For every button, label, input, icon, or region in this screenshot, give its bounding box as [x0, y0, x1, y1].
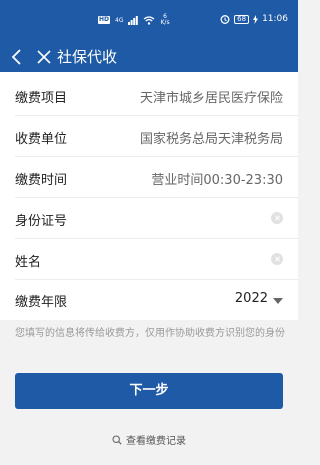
view-records-link[interactable]: 查看缴费记录: [0, 432, 298, 447]
collection-unit-label: 收费单位: [15, 132, 68, 147]
id-number-label: 身份证号: [15, 214, 68, 229]
hd-badge: HD: [98, 16, 111, 24]
payment-time-value: 营业时间00:30-23:30: [151, 173, 283, 188]
signal-icon: [128, 15, 139, 25]
row-collection-unit: 收费单位 国家税务总局天津税务局: [0, 116, 298, 157]
charging-icon: [253, 14, 259, 24]
payment-item-value: 天津市城乡居民医疗保险: [139, 91, 283, 106]
payment-year-label: 缴费年限: [15, 295, 68, 310]
page-title: 社保代收: [57, 48, 118, 66]
wifi-icon: [144, 15, 155, 25]
caret-down-icon[interactable]: [273, 298, 283, 304]
payment-year-select[interactable]: 2022: [235, 291, 268, 306]
signal-4g-label: 4G: [115, 16, 124, 24]
status-center-icons: HD 4G 6 K/s: [98, 14, 170, 26]
battery-indicator: 68: [234, 14, 250, 24]
alarm-icon: [220, 15, 230, 24]
view-records-label: 查看缴费记录: [126, 436, 186, 447]
search-icon: [112, 434, 122, 445]
payment-item-label: 缴费项目: [15, 91, 68, 106]
payment-time-label: 缴费时间: [15, 173, 68, 188]
status-right-icons: 68 11:06: [220, 14, 288, 24]
chevron-left-icon[interactable]: [10, 48, 24, 66]
id-number-input[interactable]: [110, 206, 260, 230]
row-payment-year[interactable]: 缴费年限 2022: [0, 279, 298, 320]
payment-form: 缴费项目 天津市城乡居民医疗保险 收费单位 国家税务总局天津税务局 缴费时间 营…: [0, 72, 298, 320]
row-payment-item: 缴费项目 天津市城乡居民医疗保险: [0, 75, 298, 116]
name-input[interactable]: [110, 247, 260, 271]
nav-bar: 社保代收: [0, 42, 298, 72]
net-speed: 6 K/s: [160, 14, 169, 26]
privacy-notice: 您填写的信息将传给收费方，仅用作协助收费方识别您的身份: [15, 328, 285, 339]
row-name: 姓名: [0, 239, 298, 280]
collection-unit-value: 国家税务总局天津税务局: [139, 132, 283, 147]
status-bar: HD 4G 6 K/s 68 11:06: [0, 0, 298, 42]
clear-icon[interactable]: [271, 253, 283, 265]
clock: 11:06: [262, 14, 288, 24]
clear-icon[interactable]: [271, 212, 283, 224]
row-payment-time: 缴费时间 营业时间00:30-23:30: [0, 157, 298, 198]
next-step-button[interactable]: 下一步: [15, 373, 283, 409]
name-label: 姓名: [15, 255, 42, 270]
close-icon[interactable]: [37, 49, 51, 65]
net-speed-unit: K/s: [160, 19, 170, 26]
row-id-number: 身份证号: [0, 198, 298, 239]
